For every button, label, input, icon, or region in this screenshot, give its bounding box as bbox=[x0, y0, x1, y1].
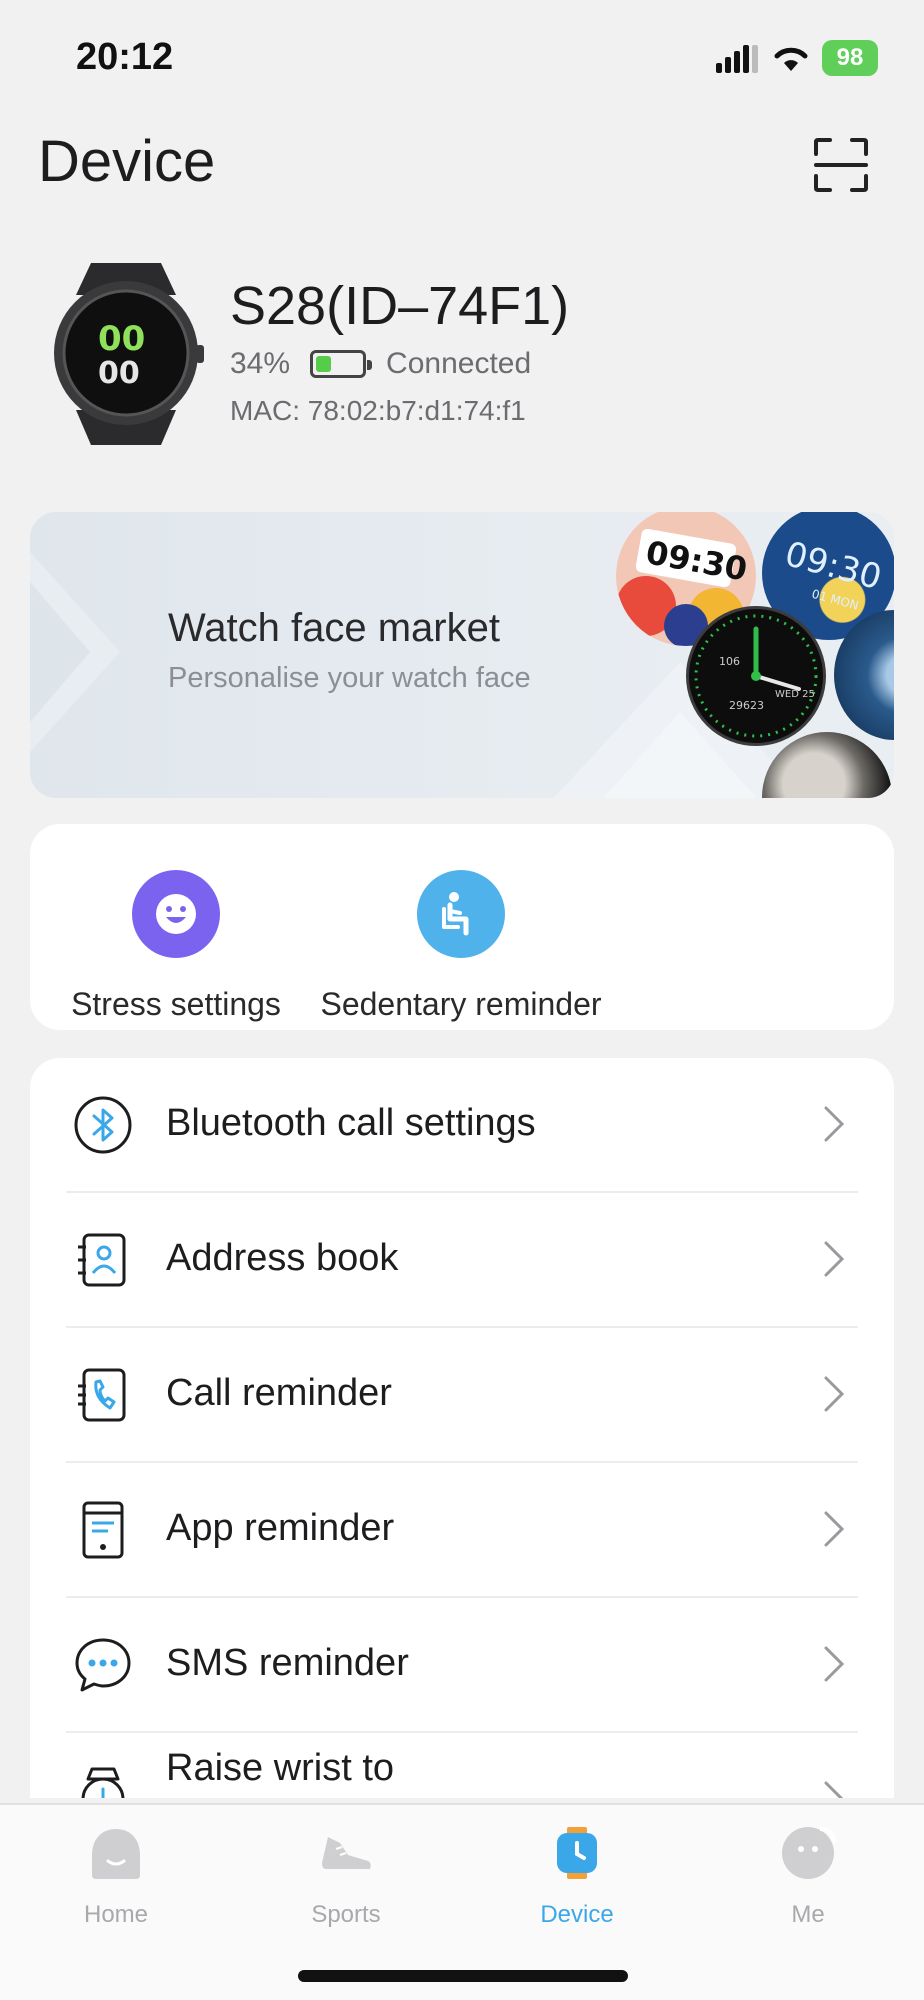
home-icon bbox=[92, 1829, 140, 1879]
contacts-book-icon bbox=[78, 1233, 126, 1287]
chat-bubble-icon bbox=[75, 1638, 131, 1692]
list-label-bluetooth: Bluetooth call settings bbox=[166, 1102, 536, 1144]
watch-wrist-icon bbox=[81, 1767, 125, 1798]
tab-device[interactable]: Device bbox=[507, 1825, 647, 1929]
scan-button[interactable] bbox=[812, 136, 870, 194]
status-icons: 98 bbox=[716, 40, 878, 76]
tab-home[interactable]: Home bbox=[46, 1825, 186, 1929]
face-icon bbox=[782, 1827, 836, 1879]
tab-label-home: Home bbox=[83, 1901, 149, 1928]
connection-status: Connected bbox=[386, 347, 532, 380]
settings-list: Bluetooth call settings Address book Cal… bbox=[30, 1058, 894, 1798]
watch-face-preview-analog: 106 29623 WED 25 bbox=[686, 606, 826, 746]
device-info[interactable]: 00 00 S28(ID–74F1) 34% Connected MAC: 78… bbox=[0, 255, 924, 455]
banner-title: Watch face market bbox=[168, 606, 500, 650]
watch-face-market-banner[interactable]: Watch face market Personalise your watch… bbox=[30, 512, 894, 798]
list-item-address-book[interactable]: Address book bbox=[30, 1193, 894, 1328]
page-title: Device bbox=[38, 129, 216, 194]
smartwatch-image: 00 00 bbox=[54, 263, 204, 445]
tab-sports[interactable]: Sports bbox=[276, 1825, 416, 1929]
scan-icon bbox=[814, 138, 868, 192]
quick-item-sedentary-reminder[interactable]: Sedentary reminder bbox=[312, 870, 610, 1023]
home-indicator[interactable] bbox=[298, 1970, 628, 1982]
smiley-face-icon bbox=[156, 894, 196, 934]
quick-icon-stress bbox=[132, 870, 220, 958]
quick-icon-sedentary bbox=[417, 870, 505, 958]
phone-app-icon bbox=[82, 1501, 124, 1559]
chevron-right-icon bbox=[824, 1781, 844, 1798]
tab-label-sports: Sports bbox=[311, 1901, 381, 1928]
svg-text:00: 00 bbox=[98, 356, 140, 391]
chevron-right-icon bbox=[824, 1106, 845, 1142]
list-label-raise-wrist: Raise wrist to bbox=[166, 1747, 395, 1789]
tab-label-device: Device bbox=[540, 1901, 614, 1928]
list-item-bluetooth-call-settings[interactable]: Bluetooth call settings bbox=[30, 1058, 894, 1193]
quick-settings-card: Stress settings Sedentary reminder bbox=[30, 824, 894, 1030]
list-item-call-reminder[interactable]: Call reminder bbox=[30, 1328, 894, 1463]
list-item-raise-wrist[interactable]: Raise wrist to bbox=[30, 1733, 894, 1798]
device-name: S28(ID–74F1) bbox=[230, 276, 570, 336]
svg-text:29623: 29623 bbox=[729, 699, 764, 712]
bluetooth-icon bbox=[74, 1096, 132, 1154]
banner-chevron-decoration bbox=[30, 552, 120, 752]
list-label-address-book: Address book bbox=[166, 1237, 399, 1279]
status-bar: 20:12 98 bbox=[0, 0, 924, 110]
device-status: 34% Connected bbox=[230, 347, 531, 381]
device-mac: MAC: 78:02:b7:d1:74:f1 bbox=[230, 395, 526, 426]
tab-me[interactable]: Me bbox=[738, 1825, 878, 1929]
svg-text:106: 106 bbox=[719, 655, 740, 668]
svg-text:09:30: 09:30 bbox=[781, 534, 886, 598]
chevron-right-icon bbox=[824, 1511, 845, 1547]
tab-label-me: Me bbox=[791, 1901, 825, 1928]
battery-icon bbox=[310, 350, 373, 378]
phone-call-icon bbox=[78, 1368, 126, 1422]
cellular-signal-icon bbox=[716, 45, 758, 73]
battery-charging-icon: 98 bbox=[822, 40, 878, 76]
banner-subtitle: Personalise your watch face bbox=[168, 662, 531, 694]
wifi-icon bbox=[774, 47, 808, 71]
svg-text:WED 25: WED 25 bbox=[775, 689, 815, 700]
quick-label-sedentary: Sedentary reminder bbox=[320, 986, 602, 1022]
watch-icon bbox=[557, 1827, 597, 1879]
battery-level-fill bbox=[316, 356, 331, 372]
quick-label-stress: Stress settings bbox=[71, 986, 281, 1022]
list-label-app-reminder: App reminder bbox=[166, 1507, 395, 1549]
device-battery-percent: 34% bbox=[230, 347, 291, 380]
shoe-icon bbox=[322, 1837, 371, 1869]
quick-item-stress-settings[interactable]: Stress settings bbox=[48, 870, 304, 1023]
status-time: 20:12 bbox=[76, 36, 174, 78]
status-battery-value: 98 bbox=[836, 44, 864, 71]
chevron-right-icon bbox=[824, 1646, 845, 1682]
seated-person-icon bbox=[442, 892, 469, 936]
list-label-sms-reminder: SMS reminder bbox=[166, 1642, 409, 1684]
list-item-app-reminder[interactable]: App reminder bbox=[30, 1463, 894, 1598]
list-item-sms-reminder[interactable]: SMS reminder bbox=[30, 1598, 894, 1733]
chevron-right-icon bbox=[824, 1376, 845, 1412]
svg-text:00: 00 bbox=[98, 319, 145, 359]
list-label-call-reminder: Call reminder bbox=[166, 1372, 392, 1414]
chevron-right-icon bbox=[824, 1241, 845, 1277]
